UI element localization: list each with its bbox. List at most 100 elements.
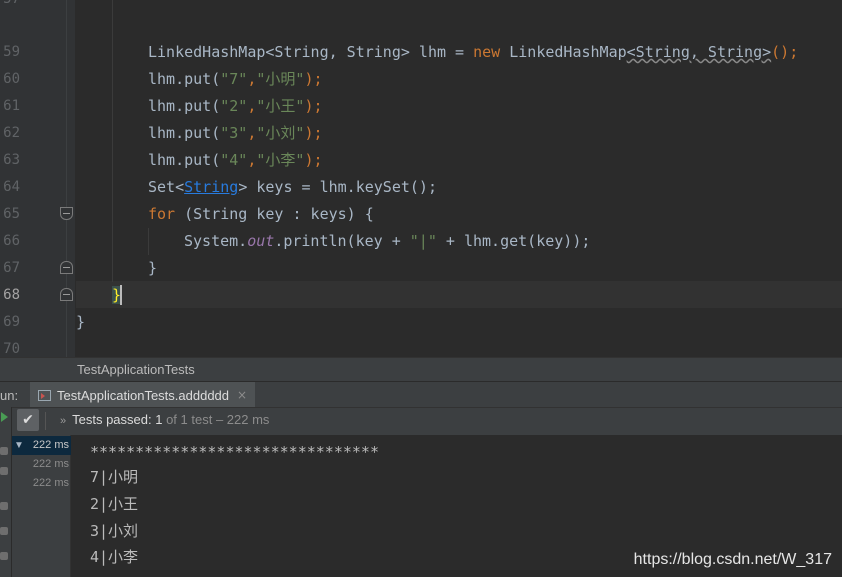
code-token: } xyxy=(148,259,158,277)
code-token: Set< xyxy=(148,178,185,196)
console-line: 7|小明 xyxy=(90,468,139,486)
code-token: } xyxy=(76,313,86,331)
test-tree-row[interactable]: 222 ms xyxy=(12,455,71,474)
code-token: + lhm.get(key)); xyxy=(436,232,591,250)
status-prefix: Tests passed: xyxy=(72,412,156,427)
test-tree[interactable]: ▼ 222 ms 222 ms 222 ms xyxy=(12,435,71,577)
code-line-println[interactable]: System.out.println(key + "|" + lhm.get(k… xyxy=(184,228,590,255)
code-line-close-for[interactable]: } xyxy=(148,255,157,282)
line-number: 66 xyxy=(3,233,20,249)
test-duration: 222 ms xyxy=(32,439,69,451)
code-token: LinkedHashMap xyxy=(500,43,627,61)
settings-icon[interactable] xyxy=(0,552,8,560)
breadcrumb[interactable]: TestApplicationTests xyxy=(77,362,195,377)
console-line: 3|小刘 xyxy=(90,522,139,540)
string-token: "4" xyxy=(220,151,248,169)
code-token: ); xyxy=(304,97,323,115)
test-duration: 222 ms xyxy=(32,458,69,470)
code-line-put[interactable]: lhm.put("3","小刘"); xyxy=(148,120,323,147)
test-duration: 222 ms xyxy=(32,477,69,489)
gutter-separator xyxy=(66,0,67,357)
run-panel-label: un: xyxy=(0,388,19,403)
code-token: lhm.put( xyxy=(148,70,221,88)
status-suffix: of 1 test – 222 ms xyxy=(162,412,270,427)
code-line-put[interactable]: lhm.put("2","小王"); xyxy=(148,93,323,120)
string-token: "小刘" xyxy=(256,124,305,142)
code-token: lhm.put( xyxy=(148,124,221,142)
chevron-right-icon[interactable]: » xyxy=(60,415,66,427)
rerun-icon[interactable] xyxy=(0,467,8,475)
code-token: (String key : keys) { xyxy=(175,205,374,223)
watermark: https://blog.csdn.net/W_317 xyxy=(633,551,832,568)
code-token: lhm.put( xyxy=(148,97,221,115)
code-line-for[interactable]: for (String key : keys) { xyxy=(148,201,374,228)
pause-icon[interactable] xyxy=(0,502,8,510)
line-number: 62 xyxy=(3,125,20,141)
check-icon: ✔ xyxy=(22,412,34,428)
field-token: out xyxy=(247,232,275,250)
run-tab-bar: un: TestApplicationTests.adddddd × xyxy=(0,381,842,408)
line-number: 57 xyxy=(0,0,20,13)
code-editor[interactable]: 57 59 60 61 62 63 64 65 66 67 68 69 70 L… xyxy=(0,0,842,357)
line-number: 63 xyxy=(3,152,20,168)
text-caret xyxy=(120,285,122,305)
close-icon[interactable]: × xyxy=(237,388,247,402)
current-line-highlight xyxy=(76,281,842,308)
string-token: "小李" xyxy=(256,151,305,169)
breadcrumb-bar: TestApplicationTests xyxy=(0,357,842,381)
code-line-keyset[interactable]: Set<String> keys = lhm.keySet(); xyxy=(148,174,437,201)
code-token: .println(key + xyxy=(274,232,410,250)
line-number: 61 xyxy=(3,98,20,114)
string-token: "7" xyxy=(220,70,248,88)
string-token: "3" xyxy=(220,124,248,142)
test-tree-row[interactable]: ▼ 222 ms xyxy=(12,436,71,455)
code-token: lhm.put( xyxy=(148,151,221,169)
code-line-declaration[interactable]: LinkedHashMap<String, String> lhm = new … xyxy=(148,39,798,66)
tab-label: TestApplicationTests.adddddd xyxy=(57,387,230,403)
type-token: String xyxy=(184,178,239,196)
fold-toggle-icon[interactable] xyxy=(60,207,73,220)
console-line: ******************************** xyxy=(90,443,379,461)
show-passed-toggle[interactable]: ✔ xyxy=(17,409,39,431)
string-token: "2" xyxy=(220,97,248,115)
run-side-toolbar xyxy=(0,407,12,577)
console-line: 4|小李 xyxy=(90,548,139,566)
line-number-gutter: 57 59 60 61 62 63 64 65 66 67 68 69 70 xyxy=(0,0,75,357)
fold-toggle-icon[interactable] xyxy=(60,261,73,274)
console-line: 2|小王 xyxy=(90,495,139,513)
collapse-triangle-icon[interactable]: ▼ xyxy=(14,436,24,455)
code-token: ); xyxy=(304,151,323,169)
code-token: LinkedHashMap<String, String> lhm = xyxy=(148,43,474,61)
code-token: System. xyxy=(184,232,248,250)
line-number: 67 xyxy=(3,260,20,276)
test-status: » Tests passed: 1 of 1 test – 222 ms xyxy=(60,412,269,427)
test-tree-row[interactable]: 222 ms xyxy=(12,474,71,493)
code-token: > keys = lhm.keySet(); xyxy=(238,178,437,196)
line-number: 69 xyxy=(3,314,20,330)
code-line-put[interactable]: lhm.put("4","小李"); xyxy=(148,147,323,174)
run-icon[interactable] xyxy=(1,412,8,422)
string-token: "小王" xyxy=(256,97,305,115)
code-line-put[interactable]: lhm.put("7","小明"); xyxy=(148,66,323,93)
generic-warning-token: <String, String> xyxy=(626,43,772,61)
junit-icon xyxy=(38,389,51,401)
line-number: 65 xyxy=(3,206,20,222)
keyword-token: new xyxy=(473,43,501,61)
fold-toggle-icon[interactable] xyxy=(60,288,73,301)
line-number-current: 68 xyxy=(3,287,20,303)
line-number: 59 xyxy=(3,44,20,60)
string-token: "小明" xyxy=(256,70,305,88)
stop-icon[interactable] xyxy=(0,447,8,455)
line-number: 60 xyxy=(3,71,20,87)
string-token: "|" xyxy=(409,232,437,250)
tab-test-run[interactable]: TestApplicationTests.adddddd × xyxy=(30,382,256,408)
indent-guide xyxy=(148,228,149,255)
code-token: (); xyxy=(771,43,799,61)
dump-icon[interactable] xyxy=(0,527,8,535)
code-token: ); xyxy=(304,124,323,142)
code-token: ); xyxy=(304,70,323,88)
indent-guide xyxy=(112,0,113,282)
toolbar-divider xyxy=(45,412,46,430)
code-line-close-class[interactable]: } xyxy=(76,309,85,336)
line-number: 70 xyxy=(3,341,20,357)
